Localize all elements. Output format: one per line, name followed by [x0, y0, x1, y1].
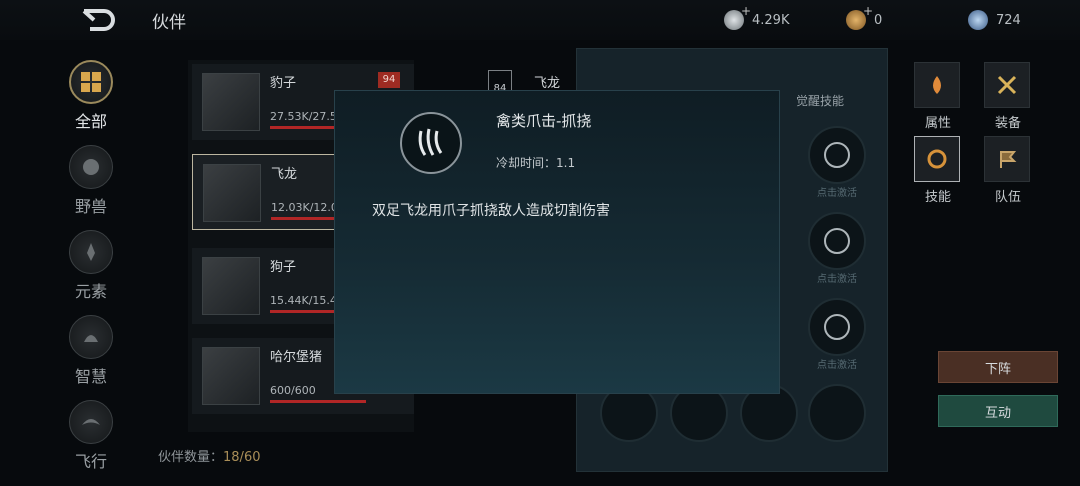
page-title: 伙伴 — [152, 13, 186, 33]
level-badge: 94 — [378, 72, 400, 88]
claw-icon — [400, 112, 462, 174]
gem-resource[interactable]: 724 — [968, 9, 1021, 31]
nav-element[interactable]: 元素 — [66, 230, 116, 302]
skill-name: 禽类爪击-抓挠 — [496, 112, 592, 130]
cooldown: 冷却时间：1.1 — [496, 154, 575, 171]
element-icon — [69, 230, 113, 274]
gem-value: 724 — [996, 12, 1021, 28]
skill-button[interactable]: 技能 — [914, 136, 962, 205]
silver-resource[interactable]: + 4.29K — [724, 4, 790, 31]
attributes-label: 属性 — [924, 116, 951, 131]
nav-beast-label: 野兽 — [74, 197, 107, 216]
skill-slot-icon — [824, 142, 850, 168]
gem-icon — [968, 10, 988, 30]
slot-activate-label: 点击激活 — [817, 274, 857, 285]
remove-button[interactable]: 下阵 — [938, 351, 1058, 383]
beast-icon — [69, 145, 113, 189]
partner-hp: 600/600 — [270, 384, 316, 397]
plus-icon: + — [862, 4, 873, 18]
flying-icon — [69, 400, 113, 444]
nav-flying[interactable]: 飞行 — [66, 400, 116, 472]
equipment-label: 装备 — [994, 116, 1021, 131]
partner-count-label: 伙伴数量： — [158, 450, 224, 465]
skill-slot-icon — [824, 228, 850, 254]
slot-activate-label: 点击激活 — [817, 188, 857, 199]
nav-wisdom[interactable]: 智慧 — [66, 315, 116, 387]
selected-partner-name: 飞龙 — [534, 76, 561, 91]
grid-icon — [69, 60, 113, 104]
team-label: 队伍 — [994, 190, 1021, 205]
skill-description: 双足飞龙用爪子抓挠敌人造成切割伤害 — [372, 203, 610, 219]
partner-name: 豹子 — [270, 76, 297, 91]
partner-hp: 27.53K/27.5 — [270, 110, 337, 123]
back-button[interactable] — [80, 7, 120, 33]
gold-resource[interactable]: + 0 — [846, 4, 883, 31]
cooldown-value: 1.1 — [556, 156, 576, 170]
nav-all[interactable]: 全部 — [66, 60, 116, 132]
skill-slot[interactable] — [808, 212, 866, 270]
partner-count: 伙伴数量：18/60 — [158, 446, 260, 465]
team-button[interactable]: 队伍 — [984, 136, 1032, 205]
nav-flying-label: 飞行 — [74, 452, 107, 471]
wisdom-icon — [69, 315, 113, 359]
silver-value: 4.29K — [752, 12, 790, 28]
partner-name: 飞龙 — [271, 167, 298, 182]
partner-portrait — [202, 347, 260, 405]
hp-bar — [270, 400, 366, 403]
partner-name: 狗子 — [270, 260, 297, 275]
partner-portrait — [202, 257, 260, 315]
skill-slot[interactable] — [808, 126, 866, 184]
skill-slot-icon — [824, 314, 850, 340]
gold-value: 0 — [874, 12, 883, 28]
nav-wisdom-label: 智慧 — [74, 367, 107, 386]
skill-slot[interactable] — [808, 384, 866, 442]
skill-label: 技能 — [924, 190, 951, 205]
slot-activate-label: 点击激活 — [817, 360, 857, 371]
skill-icon — [914, 136, 960, 182]
partner-portrait — [202, 73, 260, 131]
cooldown-label: 冷却时间： — [496, 156, 557, 170]
partner-portrait — [203, 164, 261, 222]
partner-hp: 15.44K/15.44 — [270, 294, 344, 307]
flag-icon — [984, 136, 1030, 182]
plus-icon: + — [740, 4, 751, 18]
partner-count-value: 18/60 — [223, 450, 261, 465]
back-arrow-icon — [82, 9, 115, 31]
crossed-swords-icon — [984, 62, 1030, 108]
silver-coin-icon: + — [724, 4, 751, 30]
skill-slot[interactable] — [808, 298, 866, 356]
gold-coin-icon: + — [846, 4, 873, 30]
partner-name: 哈尔堡猪 — [270, 350, 323, 365]
nav-all-label: 全部 — [74, 112, 107, 131]
attributes-button[interactable]: 属性 — [914, 62, 962, 131]
interact-button[interactable]: 互动 — [938, 395, 1058, 427]
fire-icon — [914, 62, 960, 108]
nav-beast[interactable]: 野兽 — [66, 145, 116, 217]
tab-awaken-skill[interactable]: 觉醒技能 — [796, 92, 844, 109]
equipment-button[interactable]: 装备 — [984, 62, 1032, 131]
nav-element-label: 元素 — [74, 282, 107, 301]
